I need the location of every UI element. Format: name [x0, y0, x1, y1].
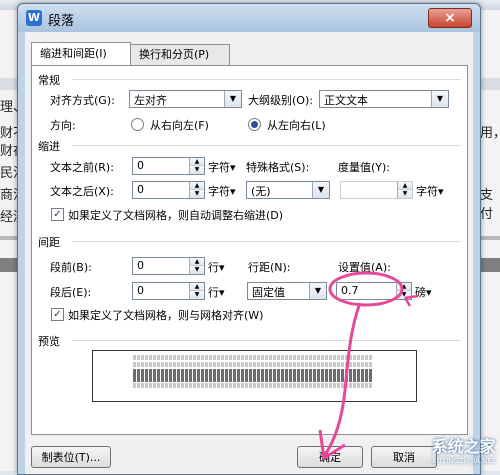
indent-before-spinner[interactable]: 0 ▲ ▼ — [132, 157, 205, 175]
line-spacing-value: 固定值 — [252, 286, 285, 299]
section-divider — [72, 241, 461, 242]
setting-value-value: 0.7 — [341, 284, 359, 297]
indent-before-unit[interactable]: 字符▾ — [208, 159, 236, 175]
spin-down-icon[interactable]: ▼ — [397, 189, 412, 198]
dialog-titlebar[interactable]: W 段落 × — [18, 4, 480, 32]
tab-line-page-breaks[interactable]: 换行和分页(P) — [130, 44, 230, 65]
section-divider — [72, 145, 461, 146]
watermark: 系统之家 XITONGZHIJIA.NET — [432, 433, 496, 465]
section-heading-indent: 缩进 — [38, 140, 60, 153]
section-heading-spacing: 间距 — [38, 236, 60, 249]
indent-after-value: 0 — [137, 183, 144, 196]
tab-indent-spacing[interactable]: 缩进和间距(I) — [31, 42, 131, 65]
spin-down-icon[interactable]: ▼ — [189, 165, 204, 174]
indent-before-value: 0 — [137, 159, 144, 172]
auto-adjust-label[interactable]: 如果定义了文档网格，则自动调整右缩进(D) — [68, 207, 283, 223]
preview-line — [133, 377, 373, 382]
alignment-select[interactable]: 左对齐 ▼ — [129, 90, 242, 108]
indent-after-unit[interactable]: 字符▾ — [208, 183, 236, 199]
alignment-label: 对齐方式(G): — [50, 94, 115, 107]
bg-text-line: 支付 — [480, 188, 494, 222]
alignment-value: 左对齐 — [134, 94, 167, 107]
preview-line — [133, 362, 373, 367]
indent-spacing-panel: 常规 对齐方式(G): 左对齐 ▼ 大纲级别(O): 正文文本 ▼ 方向: 从右… — [31, 65, 468, 435]
space-before-label: 段前(B): — [50, 261, 92, 274]
chevron-down-icon: ▼ — [431, 91, 448, 107]
setting-value-label: 设置值(A): — [338, 261, 391, 274]
measure-label: 度量值(Y): — [338, 161, 391, 174]
dialog-client: 缩进和间距(I) 换行和分页(P) 常规 对齐方式(G): 左对齐 ▼ 大纲级别… — [25, 32, 473, 474]
chevron-down-icon: ▼ — [309, 283, 326, 299]
space-after-unit[interactable]: 行▾ — [208, 284, 225, 300]
close-button[interactable]: × — [428, 8, 472, 28]
rtl-radio[interactable] — [131, 118, 144, 131]
paragraph-dialog: W 段落 × 缩进和间距(I) 换行和分页(P) 常规 对齐方式(G): 左对齐… — [17, 3, 481, 475]
auto-adjust-checkbox[interactable]: ✓ — [51, 208, 64, 221]
line-spacing-label: 行距(N): — [248, 261, 291, 274]
space-after-label: 段后(E): — [50, 286, 92, 299]
grid-align-label[interactable]: 如果定义了文档网格，则与网格对齐(W) — [68, 307, 263, 323]
direction-label: 方向: — [50, 119, 76, 132]
ltr-label[interactable]: 从左向右(L) — [267, 117, 326, 133]
preview-line — [133, 355, 373, 360]
ltr-radio[interactable] — [248, 118, 261, 131]
cancel-button[interactable]: 取消 — [371, 446, 437, 468]
grid-align-checkbox[interactable]: ✓ — [51, 308, 64, 321]
measure-unit[interactable]: 字符▾ — [416, 183, 444, 199]
space-after-spinner[interactable]: 0 ▲ ▼ — [132, 282, 205, 300]
setting-value-unit[interactable]: 磅▾ — [415, 284, 432, 300]
space-before-value: 0 — [137, 259, 144, 272]
watermark-name: 系统之家 — [431, 437, 496, 456]
tab-stops-button[interactable]: 制表位(T)... — [31, 446, 111, 468]
wps-writer-icon: W — [26, 10, 42, 26]
section-heading-general: 常规 — [38, 74, 60, 87]
paragraph-preview — [92, 350, 417, 402]
special-format-value: (无) — [251, 185, 271, 198]
outline-level-select[interactable]: 正文文本 ▼ — [319, 90, 449, 108]
special-format-label: 特殊格式(S): — [246, 161, 310, 174]
outline-level-value: 正文文本 — [324, 94, 368, 107]
bg-text-line: 用， — [480, 126, 500, 141]
indent-after-label: 文本之后(X): — [50, 185, 114, 198]
space-after-value: 0 — [137, 284, 144, 297]
space-before-spinner[interactable]: 0 ▲ ▼ — [132, 257, 205, 275]
dialog-title: 段落 — [48, 14, 75, 29]
measure-spinner[interactable]: ▲ ▼ — [340, 181, 413, 199]
spin-down-icon[interactable]: ▼ — [189, 189, 204, 198]
chevron-down-icon: ▼ — [224, 91, 241, 107]
rtl-label[interactable]: 从右向左(F) — [150, 117, 209, 133]
indent-after-spinner[interactable]: 0 ▲ ▼ — [132, 181, 205, 199]
special-format-select[interactable]: (无) ▼ — [246, 181, 330, 199]
setting-value-spinner[interactable]: 0.7 ▲ ▼ — [336, 282, 412, 300]
spin-down-icon[interactable]: ▼ — [189, 290, 204, 299]
ok-button[interactable]: 确定 — [297, 446, 363, 468]
chevron-down-icon: ▼ — [312, 182, 329, 198]
watermark-url: XITONGZHIJIA.NET — [431, 457, 496, 465]
line-spacing-select[interactable]: 固定值 ▼ — [247, 282, 327, 300]
indent-before-label: 文本之前(R): — [50, 161, 114, 174]
space-before-unit[interactable]: 行▾ — [208, 259, 225, 275]
section-divider — [72, 79, 461, 80]
section-heading-preview: 预览 — [38, 335, 60, 348]
spin-down-icon[interactable]: ▼ — [396, 290, 411, 299]
section-divider — [72, 340, 461, 341]
outline-level-label: 大纲级别(O): — [248, 94, 313, 107]
spin-down-icon[interactable]: ▼ — [189, 265, 204, 274]
preview-line — [133, 383, 373, 388]
